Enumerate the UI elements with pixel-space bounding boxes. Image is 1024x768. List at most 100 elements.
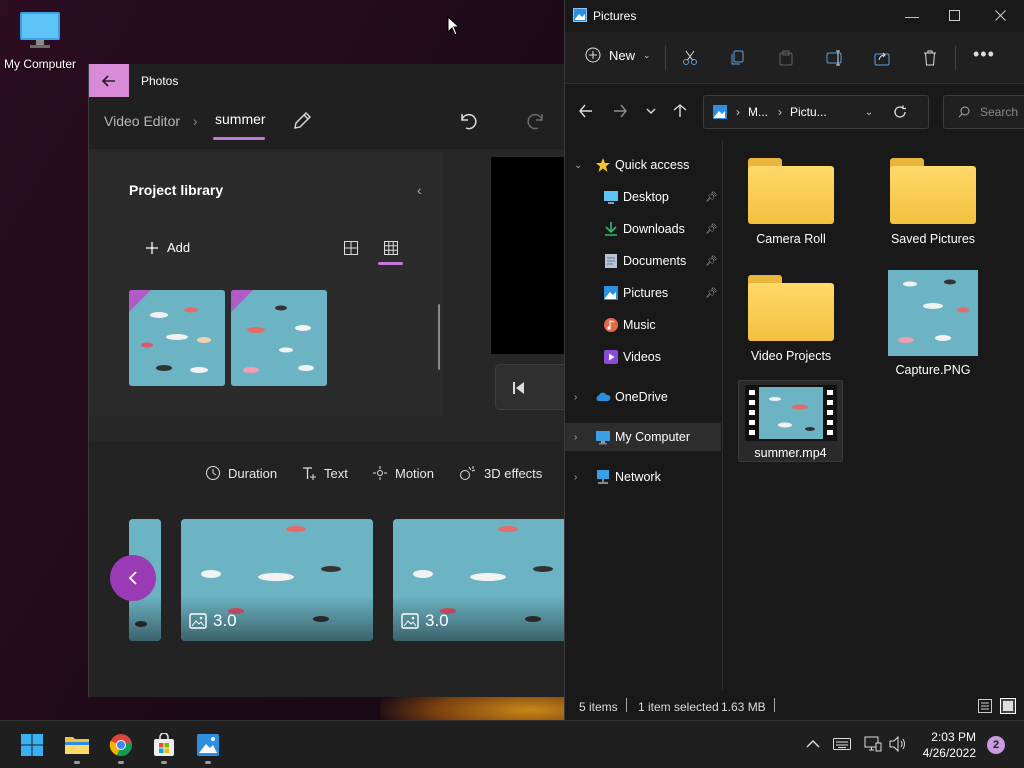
windows-logo-icon [21, 734, 43, 756]
library-thumbnail[interactable] [231, 290, 327, 386]
image-icon [401, 613, 419, 629]
search-placeholder: Search [980, 105, 1019, 119]
nav-label: My Computer [615, 430, 691, 444]
address-bar-row: › M... › Pictu... ⌄ Search [565, 84, 1024, 140]
nav-onedrive[interactable]: › OneDrive [565, 383, 721, 411]
start-button[interactable] [16, 729, 48, 761]
arrow-left-icon [102, 74, 115, 87]
nav-my-computer[interactable]: › My Computer [565, 423, 721, 451]
storyboard-clip[interactable]: 3.0 [181, 519, 373, 641]
search-box[interactable]: Search [943, 95, 1024, 129]
library-scrollbar[interactable] [438, 304, 440, 370]
3d-effects-label: 3D effects [484, 465, 543, 481]
maximize-icon[interactable] [949, 10, 960, 21]
nav-quick-access[interactable]: ⌄ Quick access [565, 151, 721, 179]
large-icons-view-icon[interactable] [1000, 698, 1016, 714]
desktop-icon-my-computer[interactable]: My Computer [2, 10, 78, 71]
address-segment[interactable]: M... [748, 105, 768, 119]
copy-icon[interactable] [730, 50, 746, 66]
small-grid-view-icon[interactable] [383, 240, 399, 256]
new-button[interactable]: New ⌄ [585, 47, 651, 63]
nav-music[interactable]: Music [565, 311, 721, 339]
nav-documents[interactable]: Documents 📌︎ [565, 247, 721, 275]
redo-icon[interactable] [526, 111, 546, 131]
address-bar[interactable]: › M... › Pictu... ⌄ [703, 95, 929, 129]
nav-downloads[interactable]: Downloads 📌︎ [565, 215, 721, 243]
3d-effects-button[interactable]: 3D effects [459, 465, 542, 481]
nav-network[interactable]: › Network [565, 463, 721, 491]
rename-icon[interactable] [826, 50, 844, 66]
undo-icon[interactable] [458, 111, 478, 131]
pencil-icon[interactable] [291, 110, 313, 132]
expand-chevron-icon[interactable]: › [574, 392, 577, 403]
taskbar-photos[interactable] [192, 729, 224, 761]
expand-chevron-icon[interactable]: › [574, 472, 577, 483]
refresh-icon[interactable] [893, 105, 907, 119]
nav-label: OneDrive [615, 390, 668, 404]
large-grid-view-icon[interactable] [343, 240, 359, 256]
search-icon [958, 106, 970, 118]
running-indicator [205, 761, 211, 764]
back-button[interactable] [89, 64, 129, 97]
keyboard-icon[interactable] [833, 738, 851, 750]
details-view-icon[interactable] [978, 699, 992, 713]
collapse-library-button[interactable]: ‹ [417, 182, 422, 198]
video-badge [129, 290, 151, 312]
taskbar: 2:03 PM 4/26/2022 2 [0, 720, 1024, 768]
file-item[interactable]: Saved Pictures [883, 158, 983, 246]
up-arrow-icon[interactable] [673, 104, 687, 118]
recent-locations-icon[interactable] [645, 104, 657, 118]
pin-icon: 📌︎ [705, 287, 718, 299]
system-clock[interactable]: 2:03 PM 4/26/2022 [908, 729, 976, 761]
file-item[interactable]: Capture.PNG [883, 270, 983, 377]
back-arrow-icon[interactable] [579, 104, 593, 118]
storyboard-clip[interactable]: 3.0 [393, 519, 564, 641]
minimize-button[interactable]: — [905, 8, 919, 24]
chevron-down-icon: ⌄ [643, 49, 651, 60]
scroll-left-button[interactable] [110, 555, 156, 601]
running-indicator [118, 761, 124, 764]
add-media-button[interactable]: Add [145, 240, 190, 255]
download-icon [605, 222, 617, 236]
pictures-icon [604, 286, 618, 300]
more-options-icon[interactable]: ••• [973, 44, 995, 65]
pin-icon: 📌︎ [705, 255, 718, 267]
cut-icon[interactable] [682, 50, 698, 66]
expand-chevron-icon[interactable]: › [574, 432, 577, 443]
previous-frame-icon[interactable] [512, 381, 526, 395]
notification-badge[interactable]: 2 [987, 736, 1005, 754]
clip-shade [129, 595, 161, 641]
motion-button[interactable]: Motion [372, 465, 434, 481]
status-separator [626, 698, 627, 712]
png-thumbnail-image [888, 270, 978, 356]
nav-videos[interactable]: Videos [565, 343, 721, 371]
taskbar-store[interactable] [148, 729, 180, 761]
file-item-selected[interactable]: summer.mp4 [738, 380, 843, 462]
nav-desktop[interactable]: Desktop 📌︎ [565, 183, 721, 211]
clock-date: 4/26/2022 [922, 746, 976, 760]
photos-app-icon [197, 734, 219, 756]
delete-icon[interactable] [922, 50, 938, 66]
expand-chevron-icon[interactable]: ⌄ [574, 160, 582, 171]
share-icon[interactable] [874, 50, 890, 66]
close-icon[interactable] [995, 10, 1006, 21]
volume-icon[interactable] [889, 736, 907, 752]
running-indicator [161, 761, 167, 764]
project-name[interactable]: summer [215, 111, 266, 127]
breadcrumb-video-editor[interactable]: Video Editor [104, 113, 180, 129]
address-segment[interactable]: Pictu... [790, 105, 827, 119]
display-network-icon[interactable] [864, 736, 882, 752]
duration-button[interactable]: Duration [205, 465, 277, 481]
file-item[interactable]: Camera Roll [741, 158, 841, 246]
taskbar-file-explorer[interactable] [61, 729, 93, 761]
duration-label: Duration [228, 465, 278, 481]
address-dropdown-icon[interactable]: ⌄ [865, 107, 873, 118]
forward-arrow-icon[interactable] [613, 104, 627, 118]
nav-pictures[interactable]: Pictures 📌︎ [565, 279, 721, 307]
taskbar-chrome[interactable] [105, 729, 137, 761]
text-button[interactable]: Text [301, 465, 348, 481]
paste-icon[interactable] [778, 50, 794, 66]
file-item[interactable]: Video Projects [741, 275, 841, 363]
show-hidden-icons-chevron-icon[interactable] [806, 739, 820, 749]
library-thumbnail[interactable] [129, 290, 225, 386]
